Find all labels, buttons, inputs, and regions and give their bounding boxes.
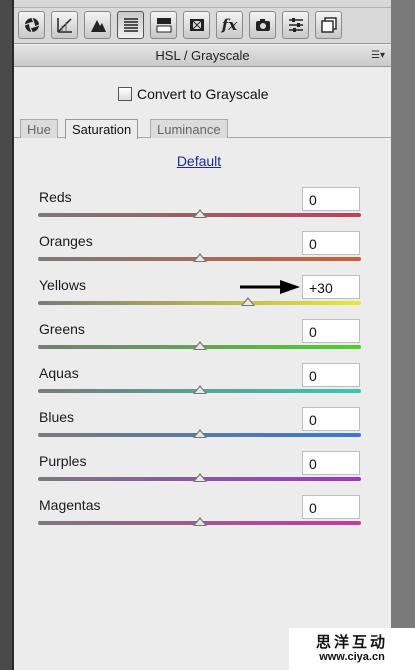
slider-thumb[interactable] [192, 385, 207, 394]
right-window-edge [391, 0, 415, 670]
slider-thumb[interactable] [192, 209, 207, 218]
slider-value-input[interactable]: +30 [302, 275, 360, 299]
panel-header: HSL / Grayscale ☰▾ [14, 45, 391, 67]
panel-toolbar: fx [14, 8, 391, 44]
snapshots-icon[interactable] [315, 11, 342, 39]
basic-icon[interactable] [18, 11, 45, 39]
slider-label: Yellows [39, 277, 86, 293]
watermark: 思洋互动 www.ciya.cn [289, 628, 415, 670]
default-link[interactable]: Default [14, 153, 384, 169]
slider-value-input[interactable]: 0 [302, 451, 360, 475]
slider-track[interactable] [38, 301, 361, 305]
hsl-panel: fx HSL / Grayscale ☰▾ Convert to Graysca… [14, 0, 391, 670]
tab-hue[interactable]: Hue [20, 119, 58, 138]
split-toning-icon[interactable] [150, 11, 177, 39]
tab-luminance[interactable]: Luminance [150, 119, 228, 138]
slider-thumb[interactable] [192, 253, 207, 262]
detail-icon[interactable] [84, 11, 111, 39]
tone-curve-icon[interactable] [51, 11, 78, 39]
watermark-brand: 思洋互动 [315, 633, 388, 651]
tab-saturation[interactable]: Saturation [65, 119, 139, 139]
slider-value-input[interactable]: 0 [302, 495, 360, 519]
panel-title: HSL / Grayscale [155, 48, 250, 63]
convert-to-grayscale-checkbox[interactable]: Convert to Grayscale [118, 84, 269, 104]
slider-thumb[interactable] [192, 473, 207, 482]
top-strip [14, 0, 391, 8]
hsl-icon[interactable] [117, 11, 144, 39]
arrow-icon [240, 280, 300, 294]
slider-label: Magentas [39, 497, 101, 513]
slider-label: Greens [39, 321, 85, 337]
presets-icon[interactable] [282, 11, 309, 39]
lens-corrections-icon[interactable] [183, 11, 210, 39]
slider-value-input[interactable]: 0 [302, 407, 360, 431]
slider-label: Aquas [39, 365, 79, 381]
slider-thumb[interactable] [192, 429, 207, 438]
slider-value-input[interactable]: 0 [302, 187, 360, 211]
slider-label: Purples [39, 453, 87, 469]
slider-value-input[interactable]: 0 [302, 363, 360, 387]
slider-value-input[interactable]: 0 [302, 231, 360, 255]
slider-label: Oranges [39, 233, 93, 249]
slider-thumb[interactable] [240, 297, 255, 306]
slider-thumb[interactable] [192, 517, 207, 526]
panel-menu-icon[interactable]: ☰▾ [371, 50, 385, 61]
slider-thumb[interactable] [192, 341, 207, 350]
slider-value-input[interactable]: 0 [302, 319, 360, 343]
slider-label: Blues [39, 409, 75, 425]
watermark-url: www.ciya.cn [319, 651, 385, 663]
slider-label: Reds [39, 189, 72, 205]
convert-to-grayscale-label: Convert to Grayscale [137, 86, 269, 102]
camera-calibration-icon[interactable] [249, 11, 276, 39]
checkbox-box[interactable] [118, 87, 132, 101]
effects-icon[interactable]: fx [216, 11, 243, 39]
